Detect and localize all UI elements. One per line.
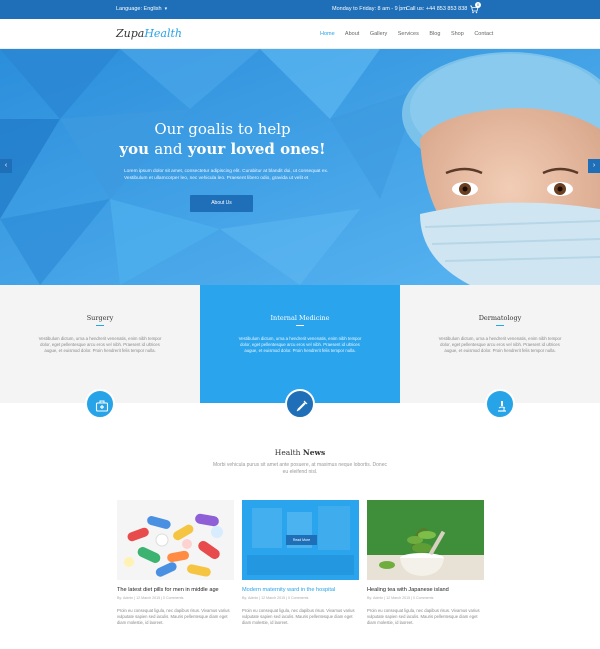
- chevron-down-icon: ▾: [164, 6, 168, 12]
- cart-count-badge: 0: [475, 2, 481, 8]
- syringe-icon[interactable]: [285, 389, 315, 419]
- title-underline: [96, 325, 104, 326]
- service-text: Vestibulum dictum, urna a hendrerit vene…: [238, 336, 362, 354]
- microscope-icon[interactable]: [485, 389, 515, 419]
- service-text: Vestibulum dictum, urna a hendrerit vene…: [38, 336, 162, 354]
- services-section: Surgery Vestibulum dictum, urna a hendre…: [0, 285, 600, 403]
- logo-text-main: Zupa: [116, 27, 145, 40]
- hero-slider: Our goalis to help you and your loved on…: [0, 49, 600, 285]
- language-selector[interactable]: Language: English ▾: [116, 6, 167, 12]
- news-card-meta: By: Admin | 12 March 2015 | 0 Comments: [242, 596, 309, 600]
- title-underline: [496, 325, 504, 326]
- hero-title-loved-ones: your loved ones!: [187, 140, 326, 158]
- news-card-excerpt: Proin eu consequat ligula, nec dapibus r…: [117, 608, 230, 625]
- service-text: Vestibulum dictum, urna a hendrerit vene…: [438, 336, 562, 354]
- news-card-excerpt: Proin eu consequat ligula, nec dapibus r…: [242, 608, 355, 625]
- chevron-left-icon: ‹: [4, 162, 8, 169]
- nav-blog[interactable]: Blog: [429, 31, 440, 37]
- hero-description: Lorem ipsum dolor sit amet, consectetur …: [124, 169, 329, 181]
- nav-services[interactable]: Services: [398, 31, 419, 37]
- hero-title-line2: you and your loved ones!: [0, 140, 445, 158]
- first-aid-kit-icon[interactable]: [85, 389, 115, 419]
- service-title: Internal Medicine: [270, 314, 330, 322]
- hospital-ward-image[interactable]: Read More: [242, 500, 359, 580]
- service-dermatology[interactable]: Dermatology Vestibulum dictum, urna a he…: [400, 285, 600, 403]
- herbal-tea-image[interactable]: [367, 500, 484, 580]
- title-underline: [296, 325, 304, 326]
- chevron-right-icon: ›: [592, 162, 596, 169]
- news-card-meta: By: Admin | 12 March 2015 | 0 Comments: [117, 596, 184, 600]
- nav-contact[interactable]: Contact: [474, 31, 493, 37]
- opening-hours: Monday to Friday: 8 am - 9 pm: [332, 6, 407, 12]
- news-card-meta: By: Admin | 12 March 2015 | 0 Comments: [367, 596, 434, 600]
- phone-number[interactable]: Call us: +44 853 853 838: [406, 6, 467, 12]
- main-nav: Home About Gallery Services Blog Shop Co…: [320, 31, 502, 37]
- news-card-title[interactable]: The latest diet pills for men in middle …: [117, 587, 219, 593]
- read-more-button[interactable]: Read More: [286, 535, 317, 545]
- logo-text-accent: Health: [144, 27, 183, 40]
- service-surgery[interactable]: Surgery Vestibulum dictum, urna a hendre…: [0, 285, 200, 403]
- nav-home[interactable]: Home: [320, 31, 335, 37]
- news-title-bold: News: [302, 448, 326, 457]
- slider-next-button[interactable]: ›: [588, 159, 600, 173]
- service-title: Dermatology: [478, 314, 522, 322]
- about-us-button[interactable]: About Us: [190, 195, 253, 212]
- news-card-excerpt: Proin eu consequat ligula, nec dapibus r…: [367, 608, 480, 625]
- hero-background: [0, 49, 600, 285]
- service-internal-medicine[interactable]: Internal Medicine Vestibulum dictum, urn…: [200, 285, 400, 403]
- top-bar: Language: English ▾ Monday to Friday: 8 a…: [0, 0, 600, 19]
- site-header: ZupaHealth Home About Gallery Services B…: [0, 19, 600, 49]
- topbar-separator: |: [399, 5, 401, 11]
- pills-image[interactable]: [117, 500, 234, 580]
- news-title-light: Health: [274, 448, 301, 457]
- language-label: Language: English: [116, 6, 162, 12]
- news-subtitle: Morbi vehicula purus sit amet ante posue…: [213, 462, 387, 475]
- slider-prev-button[interactable]: ‹: [0, 159, 12, 173]
- logo[interactable]: ZupaHealth: [116, 27, 182, 40]
- nav-shop[interactable]: Shop: [451, 31, 464, 37]
- news-card-title[interactable]: Healing tea with Japanese island: [367, 587, 449, 593]
- nav-about[interactable]: About: [345, 31, 359, 37]
- hero-title-line1: Our goalis to help: [154, 120, 291, 138]
- news-section-title: Health News: [0, 448, 600, 457]
- service-title: Surgery: [86, 314, 114, 322]
- hero-title-and: and: [154, 140, 183, 158]
- nav-gallery[interactable]: Gallery: [370, 31, 387, 37]
- hero-title-you: you: [119, 140, 150, 158]
- news-card-title[interactable]: Modern maternity ward in the hospital: [242, 587, 335, 593]
